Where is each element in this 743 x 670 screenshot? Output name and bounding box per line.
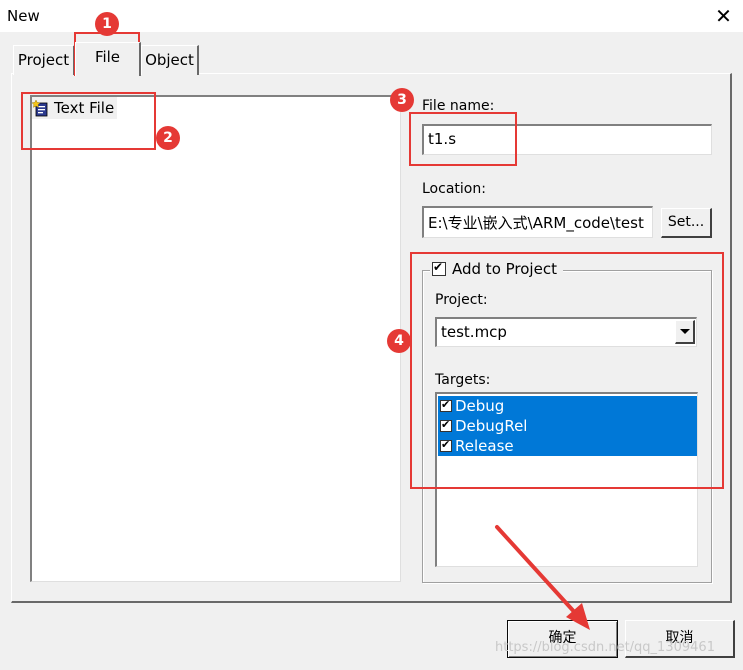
annotation-badge-3: 3 bbox=[390, 88, 414, 112]
dropdown-button[interactable] bbox=[675, 320, 695, 344]
list-item-text-file[interactable]: Text File bbox=[31, 97, 118, 119]
window-title: New bbox=[7, 7, 40, 25]
tab-file-label: File bbox=[94, 48, 121, 66]
annotation-badge-2: 2 bbox=[156, 126, 180, 150]
target-checkbox[interactable] bbox=[440, 438, 452, 452]
add-to-project-checkbox-row[interactable]: Add to Project bbox=[430, 260, 563, 278]
target-label: Release bbox=[455, 437, 514, 455]
project-select-value: test.mcp bbox=[441, 323, 507, 341]
project-label: Project: bbox=[435, 292, 488, 308]
file-name-label: File name: bbox=[422, 98, 495, 114]
list-item-label: Text File bbox=[54, 99, 115, 117]
add-to-project-checkbox[interactable] bbox=[432, 260, 446, 276]
tab-project-label: Project bbox=[17, 51, 70, 69]
file-name-input[interactable]: t1.s bbox=[422, 124, 712, 155]
annotation-badge-1: 1 bbox=[95, 12, 119, 36]
close-button[interactable]: ✕ bbox=[704, 0, 743, 32]
tab-object[interactable]: Object bbox=[141, 45, 199, 75]
watermark: https://blog.csdn.net/qq_1309461 bbox=[495, 640, 715, 655]
target-item-release[interactable]: Release bbox=[438, 436, 697, 456]
location-label: Location: bbox=[422, 181, 486, 197]
target-label: Debug bbox=[455, 397, 505, 415]
target-checkbox[interactable] bbox=[440, 418, 452, 432]
target-checkbox[interactable] bbox=[440, 398, 452, 412]
tab-file[interactable]: File bbox=[75, 42, 141, 76]
tab-project[interactable]: Project bbox=[13, 45, 75, 75]
file-type-list[interactable] bbox=[30, 95, 401, 582]
target-item-debug[interactable]: Debug bbox=[438, 396, 697, 416]
project-select[interactable]: test.mcp bbox=[435, 317, 697, 347]
chevron-down-icon bbox=[679, 329, 690, 334]
close-icon: ✕ bbox=[715, 4, 732, 28]
text-file-icon bbox=[31, 99, 50, 117]
set-button[interactable]: Set... bbox=[661, 208, 712, 238]
annotation-badge-4: 4 bbox=[387, 329, 411, 353]
add-to-project-label: Add to Project bbox=[452, 260, 557, 278]
tab-object-label: Object bbox=[145, 51, 194, 69]
location-input[interactable]: E:\专业\嵌入式\ARM_code\test bbox=[422, 206, 653, 238]
targets-label: Targets: bbox=[435, 372, 491, 388]
target-item-debugrel[interactable]: DebugRel bbox=[438, 416, 697, 436]
target-label: DebugRel bbox=[455, 417, 528, 435]
